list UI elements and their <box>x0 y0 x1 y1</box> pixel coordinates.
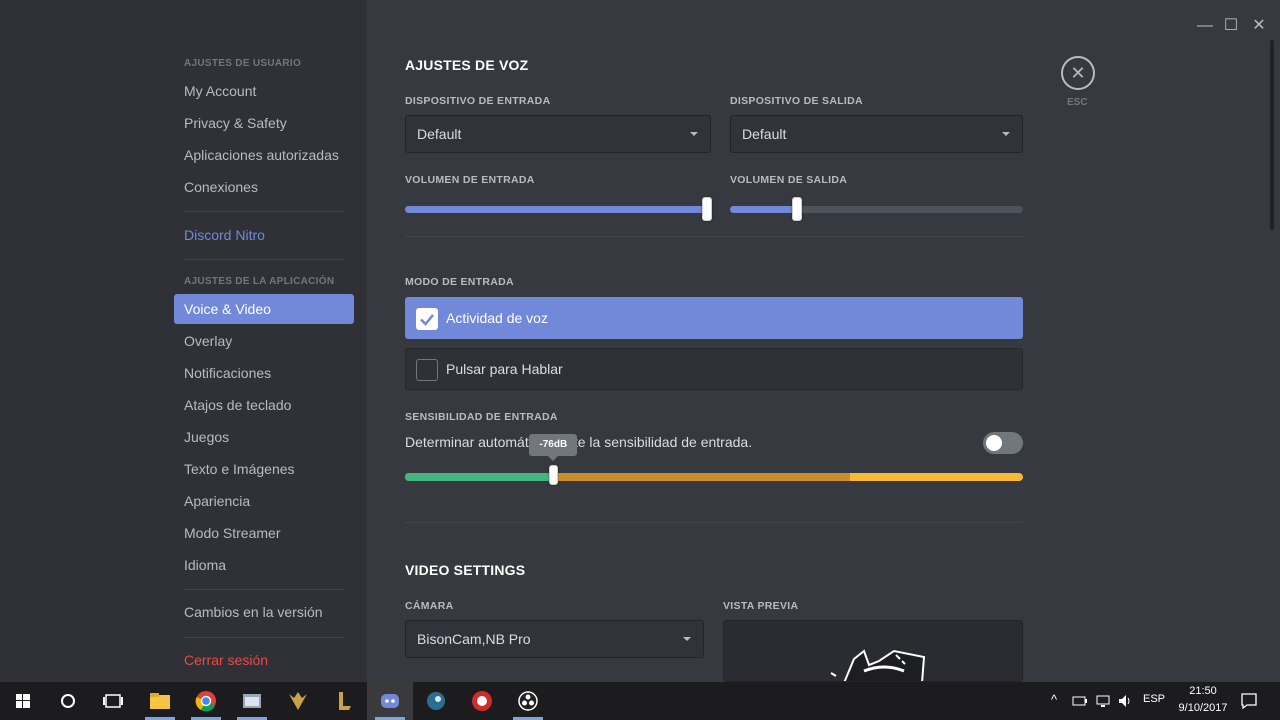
action-center-icon[interactable] <box>1240 692 1258 710</box>
output-volume-label: VOLUMEN DE SALIDA <box>730 174 848 186</box>
push-to-talk-option[interactable]: Pulsar para Hablar <box>405 348 1023 390</box>
input-volume-grabber[interactable] <box>702 197 712 221</box>
input-volume-slider[interactable] <box>405 206 707 213</box>
sidebar-item-text-images[interactable]: Texto e Imágenes <box>174 454 354 484</box>
camera-select[interactable]: BisonCam,NB Pro <box>405 620 704 658</box>
preview-avatar-image <box>830 649 926 681</box>
discord-settings-window: AJUSTES DE USUARIO My Account Privacy & … <box>0 0 1280 682</box>
sidebar-item-streamer-mode[interactable]: Modo Streamer <box>174 518 354 548</box>
section-divider <box>405 522 1023 523</box>
start-windows-icon[interactable] <box>8 686 38 716</box>
input-device-value: Default <box>417 126 462 142</box>
app-window-icon[interactable] <box>237 686 267 716</box>
input-volume-fill <box>405 206 707 213</box>
sidebar-item-games[interactable]: Juegos <box>174 422 354 452</box>
discord-icon[interactable] <box>375 686 405 716</box>
sensitivity-grabber[interactable] <box>548 465 558 485</box>
sidebar-item-changelog[interactable]: Cambios en la versión <box>174 597 354 627</box>
section-divider <box>405 236 1023 237</box>
chrome-icon[interactable] <box>191 686 221 716</box>
close-settings-button[interactable]: ✕ <box>1061 56 1095 90</box>
language-indicator[interactable]: ESP <box>1143 693 1165 705</box>
sidebar-item-overlay[interactable]: Overlay <box>174 326 354 356</box>
red-app-icon[interactable] <box>467 686 497 716</box>
input-device-label: DISPOSITIVO DE ENTRADA <box>405 95 551 107</box>
window-close-button[interactable]: ✕ <box>1249 16 1269 36</box>
window-maximize-button[interactable]: ☐ <box>1221 16 1241 36</box>
settings-scrollbar[interactable] <box>1270 40 1274 230</box>
sensitivity-inactive-range <box>553 473 850 481</box>
settings-sidebar: AJUSTES DE USUARIO My Account Privacy & … <box>0 0 367 682</box>
task-view-icon[interactable] <box>98 686 128 716</box>
output-device-select[interactable]: Default <box>730 115 1023 153</box>
checkbox-checked <box>416 308 438 330</box>
esc-label: ESC <box>1067 97 1088 108</box>
cortana-search-icon[interactable] <box>53 686 83 716</box>
battery-icon[interactable] <box>1072 694 1088 708</box>
push-to-talk-label: Pulsar para Hablar <box>446 361 563 377</box>
chevron-down-icon <box>1002 132 1010 136</box>
voice-activity-label: Actividad de voz <box>446 310 548 326</box>
sidebar-item-voice-video[interactable]: Voice & Video <box>174 294 354 324</box>
chevron-down-icon <box>690 132 698 136</box>
camera-label: CÁMARA <box>405 600 454 612</box>
output-device-value: Default <box>742 126 787 142</box>
clock-date[interactable]: 9/10/2017 <box>1170 702 1236 714</box>
sensitivity-bar[interactable] <box>405 473 1023 481</box>
window-minimize-button[interactable]: — <box>1195 16 1215 36</box>
checkbox-unchecked <box>416 359 438 381</box>
sidebar-item-keybinds[interactable]: Atajos de teclado <box>174 390 354 420</box>
sidebar-item-appearance[interactable]: Apariencia <box>174 486 354 516</box>
sidebar-item-logout[interactable]: Cerrar sesión <box>174 645 354 675</box>
sidebar-item-authorized-apps[interactable]: Aplicaciones autorizadas <box>174 140 354 170</box>
input-mode-label: MODO DE ENTRADA <box>405 276 514 288</box>
user-settings-header: AJUSTES DE USUARIO <box>184 58 302 69</box>
steam-style-icon[interactable] <box>421 686 451 716</box>
output-device-label: DISPOSITIVO DE SALIDA <box>730 95 863 107</box>
sidebar-item-connections[interactable]: Conexiones <box>174 172 354 202</box>
input-sensitivity-label: SENSIBILIDAD DE ENTRADA <box>405 411 558 423</box>
sidebar-item-nitro[interactable]: Discord Nitro <box>174 220 354 250</box>
sensitivity-tooltip: -76dB <box>529 434 578 461</box>
auto-sensitivity-toggle[interactable] <box>983 432 1023 454</box>
preview-label: VISTA PREVIA <box>723 600 799 612</box>
sidebar-item-language[interactable]: Idioma <box>174 550 354 580</box>
voice-activity-option[interactable]: Actividad de voz <box>405 297 1023 339</box>
tray-overflow-icon[interactable]: ^ <box>1051 692 1057 707</box>
network-icon[interactable] <box>1095 693 1111 709</box>
file-explorer-icon[interactable] <box>145 686 175 716</box>
windows-taskbar: ^ ESP 21:50 9/10/2017 <box>0 682 1280 720</box>
clock-time[interactable]: 21:50 <box>1170 685 1236 697</box>
sidebar-divider <box>184 259 344 260</box>
sensitivity-active-range <box>405 473 554 481</box>
output-volume-fill <box>730 206 798 213</box>
video-settings-title: VIDEO SETTINGS <box>405 562 526 578</box>
voice-settings-title: AJUSTES DE VOZ <box>405 57 529 73</box>
auto-sensitivity-text: Determinar automáticamente la sensibilid… <box>405 434 753 450</box>
toggle-knob <box>986 435 1002 451</box>
sidebar-item-privacy-safety[interactable]: Privacy & Safety <box>174 108 354 138</box>
sidebar-divider <box>184 589 344 590</box>
game-crest-icon[interactable] <box>283 686 313 716</box>
input-device-select[interactable]: Default <box>405 115 711 153</box>
app-settings-header: AJUSTES DE LA APLICACIÓN <box>184 276 335 287</box>
sidebar-divider <box>184 637 344 638</box>
sidebar-item-my-account[interactable]: My Account <box>174 76 354 106</box>
camera-value: BisonCam,NB Pro <box>417 631 531 647</box>
volume-icon[interactable] <box>1117 693 1133 709</box>
output-volume-grabber[interactable] <box>792 197 803 221</box>
league-of-legends-icon[interactable] <box>329 686 359 716</box>
sidebar-divider <box>184 211 344 212</box>
output-volume-slider[interactable] <box>730 206 1023 213</box>
video-preview <box>723 620 1023 682</box>
sidebar-item-notifications[interactable]: Notificaciones <box>174 358 354 388</box>
obs-icon[interactable] <box>513 686 543 716</box>
input-volume-label: VOLUMEN DE ENTRADA <box>405 174 535 186</box>
chevron-down-icon <box>683 637 691 641</box>
checkmark-icon <box>420 314 434 326</box>
